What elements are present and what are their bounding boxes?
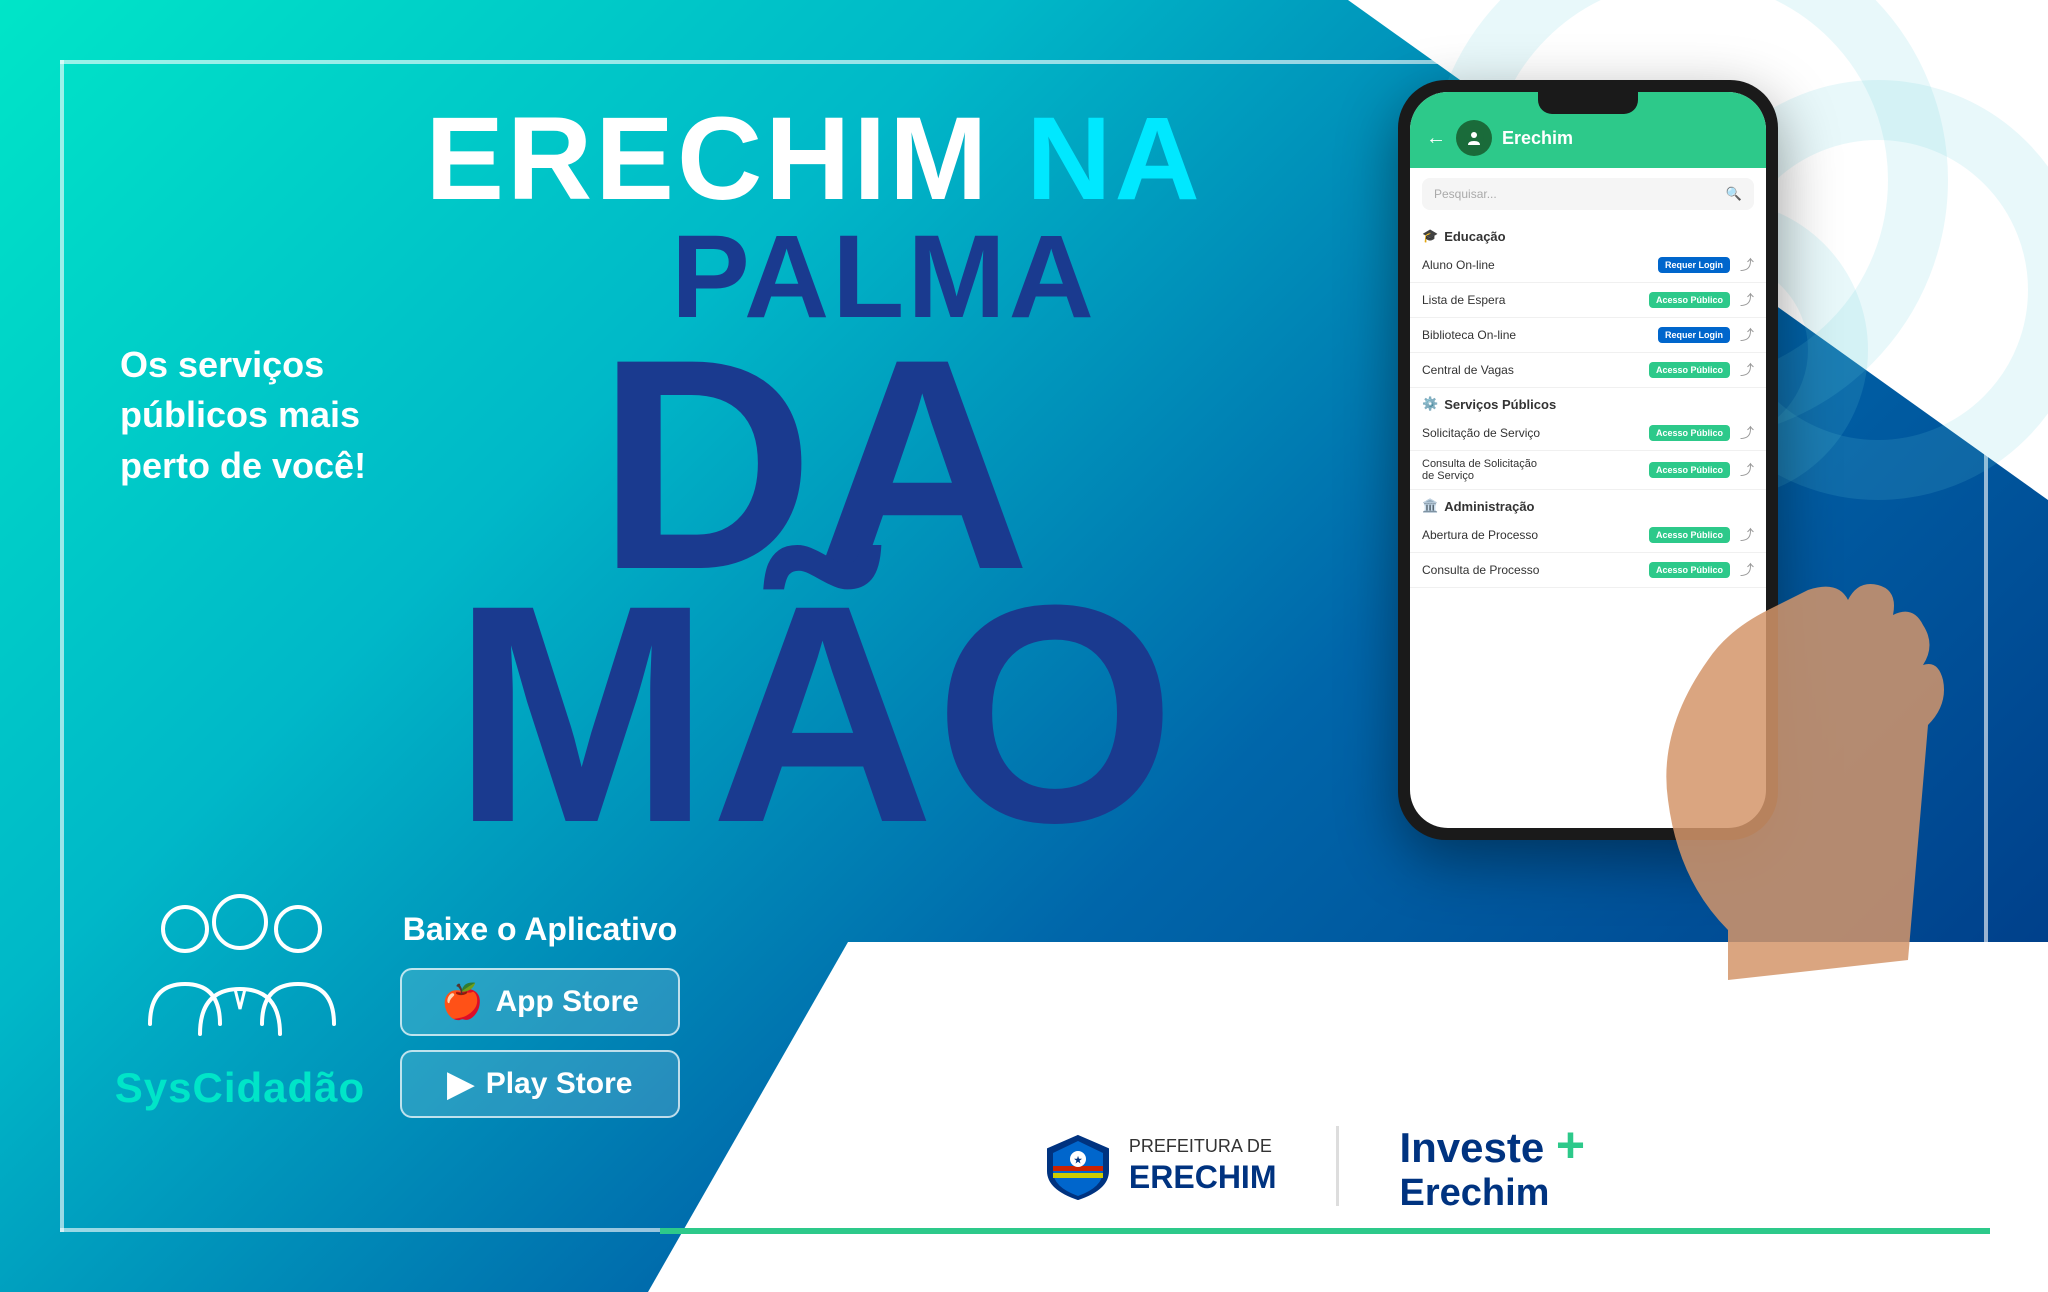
row-consulta-processo: Consulta de Processo Acesso Público ⤴ bbox=[1410, 553, 1766, 588]
prefeitura-text: PREFEITURA DE ERECHIM bbox=[1129, 1136, 1277, 1196]
prefeitura-small: PREFEITURA DE bbox=[1129, 1136, 1277, 1158]
row-central: Central de Vagas Acesso Público ⤴ bbox=[1410, 353, 1766, 388]
row-lista: Lista de Espera Acesso Público ⤴ bbox=[1410, 283, 1766, 318]
left-border bbox=[60, 60, 64, 1232]
phone-notch bbox=[1538, 92, 1638, 114]
svg-text:★: ★ bbox=[1074, 1155, 1083, 1165]
download-area: Baixe o Aplicativo 🍎 App Store ▶ Play St… bbox=[400, 911, 680, 1132]
phone-mockup: ← Erechim Pesquisar... 🔍 🎓 Educação bbox=[1348, 80, 1828, 980]
title-erechim: ERECHIM bbox=[425, 93, 990, 225]
search-placeholder: Pesquisar... bbox=[1434, 187, 1497, 201]
admin-icon: 🏛️ bbox=[1422, 498, 1438, 514]
app-search[interactable]: Pesquisar... 🔍 bbox=[1422, 178, 1754, 210]
prefeitura-big: ERECHIM bbox=[1129, 1158, 1277, 1196]
left-text: Os serviços públicos mais perto de você! bbox=[120, 340, 400, 491]
baixe-label: Baixe o Aplicativo bbox=[400, 911, 680, 948]
row-biblioteca: Biblioteca On-line Requer Login ⤴ bbox=[1410, 318, 1766, 353]
people-area: SysCidadão bbox=[100, 884, 380, 1112]
logo-divider bbox=[1336, 1126, 1339, 1206]
search-icon: 🔍 bbox=[1726, 186, 1742, 202]
title-na: NA bbox=[1026, 93, 1202, 225]
back-button: ← bbox=[1426, 127, 1446, 150]
logos-area: ★ PREFEITURA DE ERECHIM Investe + Erechi… bbox=[700, 1120, 1928, 1212]
section-admin: 🏛️ Administração bbox=[1410, 490, 1766, 518]
servicos-label: Serviços Públicos bbox=[1444, 397, 1556, 412]
section-educacao: 🎓 Educação bbox=[1410, 220, 1766, 248]
prefeitura-logo: ★ PREFEITURA DE ERECHIM bbox=[1043, 1131, 1277, 1201]
title-mao: MÃO bbox=[452, 540, 1175, 887]
play-icon: ▶ bbox=[448, 1064, 474, 1104]
admin-label: Administração bbox=[1444, 499, 1534, 514]
apple-icon: 🍎 bbox=[441, 982, 483, 1022]
play-store-button[interactable]: ▶ Play Store bbox=[400, 1050, 680, 1118]
app-store-button[interactable]: 🍎 App Store bbox=[400, 968, 680, 1036]
investe-plus: + bbox=[1556, 1117, 1585, 1173]
section-servicos: ⚙️ Serviços Públicos bbox=[1410, 388, 1766, 416]
play-store-label: Play Store bbox=[486, 1067, 633, 1101]
heading-area: ERECHIM NA PALMA DA MÃO bbox=[400, 100, 1228, 841]
phone-outer: ← Erechim Pesquisar... 🔍 🎓 Educação bbox=[1398, 80, 1778, 840]
educacao-icon: 🎓 bbox=[1422, 228, 1438, 244]
servicos-icon: ⚙️ bbox=[1422, 396, 1438, 412]
investe-text: Investe bbox=[1399, 1124, 1544, 1171]
phone-screen: ← Erechim Pesquisar... 🔍 🎓 Educação bbox=[1410, 92, 1766, 828]
row-aluno: Aluno On-line Requer Login ⤴ bbox=[1410, 248, 1766, 283]
row-solicitacao: Solicitação de Serviço Acesso Público ⤴ bbox=[1410, 416, 1766, 451]
teal-bottom-line bbox=[660, 1228, 1990, 1234]
app-store-label: App Store bbox=[496, 985, 639, 1019]
people-icon bbox=[140, 884, 340, 1044]
top-border bbox=[60, 60, 1988, 64]
right-border bbox=[1984, 60, 1988, 1232]
app-title: Erechim bbox=[1502, 128, 1573, 149]
row-consulta-servico: Consulta de Solicitaçãode Serviço Acesso… bbox=[1410, 451, 1766, 490]
app-avatar bbox=[1456, 120, 1492, 156]
investe-sub: Erechim bbox=[1399, 1172, 1549, 1214]
row-abertura: Abertura de Processo Acesso Público ⤴ bbox=[1410, 518, 1766, 553]
bg-white-bottom bbox=[648, 942, 2048, 1292]
investe-logo: Investe + Erechim bbox=[1399, 1120, 1585, 1212]
syscidadao-label: SysCidadão bbox=[100, 1064, 380, 1112]
educacao-label: Educação bbox=[1444, 229, 1505, 244]
shield-svg: ★ bbox=[1043, 1131, 1113, 1201]
